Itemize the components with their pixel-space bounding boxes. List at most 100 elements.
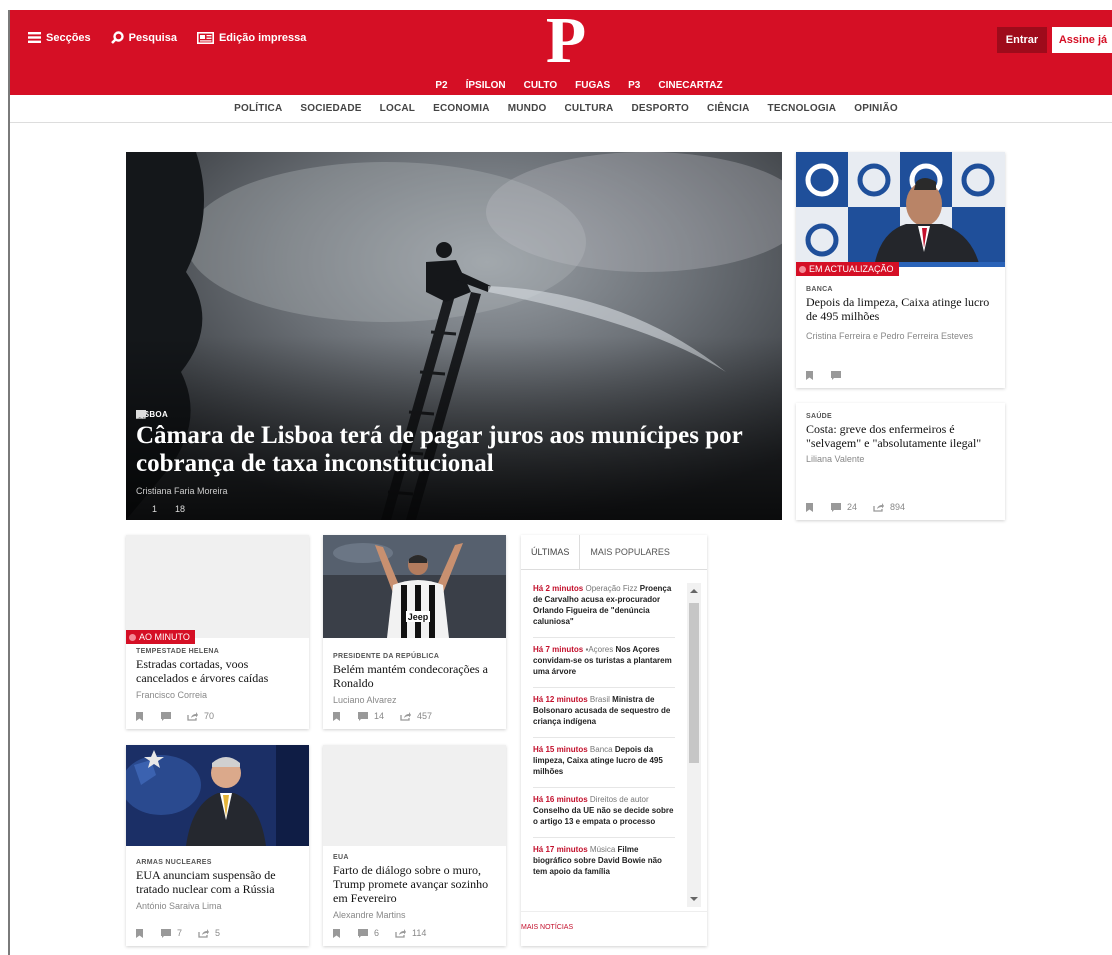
subnav-item[interactable]: FUGAS: [575, 80, 610, 91]
section-link[interactable]: MUNDO: [508, 103, 547, 114]
search-label: Pesquisa: [128, 31, 177, 44]
card-headline[interactable]: Costa: greve dos enfermeiros é "selvagem…: [806, 422, 995, 450]
item-section: Banca: [589, 745, 613, 754]
card-kicker[interactable]: EUA: [333, 854, 496, 861]
share-icon[interactable]: [873, 502, 885, 512]
section-link[interactable]: LOCAL: [380, 103, 415, 114]
side-card-banca[interactable]: EM ACTUALIZAÇÃO BANCA Depois da limpeza,…: [796, 152, 1005, 388]
bookmark-icon[interactable]: [136, 711, 143, 721]
comment-icon[interactable]: [161, 711, 171, 721]
publico-logo[interactable]: P: [542, 8, 590, 74]
widget-scrollbar[interactable]: [687, 583, 701, 907]
bookmark-icon[interactable]: [806, 371, 813, 380]
section-link[interactable]: CULTURA: [565, 103, 614, 114]
grid-card-ronaldo[interactable]: Jeep PRESIDENTE DA REPÚBLICA Belém manté…: [323, 535, 506, 729]
grid-card-tempestade[interactable]: AO MINUTO TEMPESTADE HELENA Estradas cor…: [126, 535, 309, 729]
section-link[interactable]: ECONOMIA: [433, 103, 490, 114]
latest-news-item[interactable]: Há 7 minutos ▪Açores Nos Açores convidam…: [533, 644, 675, 688]
image-placeholder: [126, 535, 309, 638]
caixa-press-photo: [796, 152, 1005, 267]
card-kicker[interactable]: BANCA: [806, 286, 995, 293]
comment-count: 14: [374, 711, 385, 721]
more-news-label[interactable]: MAIS NOTÍCIAS: [521, 924, 573, 931]
card-headline[interactable]: Farto de diálogo sobre o muro, Trump pro…: [333, 863, 496, 905]
latest-news-item[interactable]: Há 17 minutos Música Filme biográfico so…: [533, 844, 675, 887]
card-kicker[interactable]: SAÚDE: [806, 413, 995, 420]
card-headline[interactable]: Depois da limpeza, Caixa atinge lucro de…: [806, 295, 995, 323]
share-icon[interactable]: [400, 711, 412, 721]
hero-kicker[interactable]: LISBOA: [136, 410, 766, 419]
brand-subnav: P2 ÍPSILON CULTO FUGAS P3 CINECARTAZ: [10, 80, 1112, 91]
subnav-item[interactable]: CINECARTAZ: [658, 80, 722, 91]
subnav-item[interactable]: P2: [435, 80, 447, 91]
scroll-down-icon[interactable]: [687, 893, 701, 905]
section-link[interactable]: DESPORTO: [631, 103, 689, 114]
card-author[interactable]: Francisco Correia: [136, 690, 299, 700]
item-section: Brasil: [589, 695, 610, 704]
section-link[interactable]: CIÊNCIA: [707, 103, 750, 114]
share-icon[interactable]: [136, 410, 147, 419]
subscribe-button[interactable]: Assine já: [1052, 27, 1112, 53]
comment-icon[interactable]: [358, 711, 368, 721]
card-kicker[interactable]: PRESIDENTE DA REPÚBLICA: [333, 653, 496, 660]
item-title: Conselho da UE não se decide sobre o art…: [533, 806, 674, 826]
card-author[interactable]: Cristina Ferreira e Pedro Ferreira Estev…: [806, 331, 995, 341]
section-link[interactable]: SOCIEDADE: [300, 103, 361, 114]
hero-headline[interactable]: Câmara de Lisboa terá de pagar juros aos…: [136, 422, 766, 478]
hero-author[interactable]: Cristiana Faria Moreira: [136, 486, 766, 496]
latest-news-item[interactable]: Há 16 minutos Direitos de autor Conselho…: [533, 794, 675, 838]
login-button[interactable]: Entrar: [997, 27, 1047, 53]
latest-news-item[interactable]: Há 15 minutos Banca Depois da limpeza, C…: [533, 744, 675, 788]
pompeo-photo: [121, 745, 309, 846]
card-author[interactable]: Luciano Alvarez: [333, 695, 496, 705]
sections-button[interactable]: Secções: [28, 32, 91, 44]
card-author[interactable]: Liliana Valente: [806, 454, 995, 464]
card-headline[interactable]: EUA anunciam suspensão de tratado nuclea…: [136, 868, 299, 896]
comment-icon[interactable]: [358, 928, 368, 938]
card-kicker[interactable]: ARMAS NUCLEARES: [136, 859, 299, 866]
section-link[interactable]: OPINIÃO: [854, 103, 898, 114]
item-section: Operação Fizz: [585, 584, 638, 593]
comment-count: 1: [152, 504, 158, 514]
subnav-item[interactable]: CULTO: [524, 80, 558, 91]
grid-card-nuclear[interactable]: ARMAS NUCLEARES EUA anunciam suspensão d…: [121, 745, 309, 946]
more-news-link[interactable]: MAIS NOTÍCIAS: [521, 911, 707, 931]
share-icon[interactable]: [198, 928, 210, 938]
comment-icon[interactable]: [831, 502, 841, 512]
section-link[interactable]: TECNOLOGIA: [768, 103, 837, 114]
section-link[interactable]: POLÍTICA: [234, 103, 282, 114]
search-button[interactable]: Pesquisa: [110, 31, 177, 44]
card-author[interactable]: Alexandre Martins: [333, 910, 496, 920]
comment-icon[interactable]: [831, 371, 841, 380]
subnav-item[interactable]: P3: [628, 80, 640, 91]
card-kicker[interactable]: TEMPESTADE HELENA: [136, 648, 299, 655]
card-author[interactable]: António Saraiva Lima: [136, 901, 299, 911]
header-tools: Secções Pesquisa Edição impressa: [28, 31, 306, 44]
tab-latest[interactable]: ÚLTIMAS: [521, 535, 581, 569]
print-edition-button[interactable]: Edição impressa: [196, 32, 306, 44]
card-headline[interactable]: Estradas cortadas, voos cancelados e árv…: [136, 657, 299, 685]
card-headline[interactable]: Belém mantém condecorações a Ronaldo: [333, 662, 496, 690]
live-update-badge: EM ACTUALIZAÇÃO: [796, 262, 899, 276]
scroll-thumb[interactable]: [689, 603, 699, 763]
bookmark-icon[interactable]: [806, 502, 813, 512]
bookmark-icon[interactable]: [333, 711, 340, 721]
share-icon[interactable]: [187, 711, 198, 721]
image-placeholder: [323, 745, 506, 846]
share-count: 70: [204, 711, 215, 721]
bookmark-icon[interactable]: [136, 928, 143, 938]
top-header: Secções Pesquisa Edição impressa P Entra…: [10, 8, 1112, 95]
sections-label: Secções: [46, 31, 91, 44]
bookmark-icon[interactable]: [333, 928, 340, 938]
latest-news-item[interactable]: Há 12 minutos Brasil Ministra de Bolsona…: [533, 694, 675, 738]
side-card-saude[interactable]: SAÚDE Costa: greve dos enfermeiros é "se…: [796, 403, 1005, 520]
scroll-up-icon[interactable]: [687, 585, 701, 597]
card-meta: 24 894: [806, 502, 905, 512]
share-icon[interactable]: [395, 928, 407, 938]
latest-news-item[interactable]: Há 2 minutos Operação Fizz Proença de Ca…: [533, 583, 675, 638]
tab-most-popular[interactable]: MAIS POPULARES: [580, 535, 680, 569]
hero-article[interactable]: LISBOA Câmara de Lisboa terá de pagar ju…: [126, 152, 782, 520]
grid-card-trump[interactable]: EUA Farto de diálogo sobre o muro, Trump…: [323, 745, 506, 946]
comment-icon[interactable]: [161, 928, 171, 938]
subnav-item[interactable]: ÍPSILON: [466, 80, 506, 91]
